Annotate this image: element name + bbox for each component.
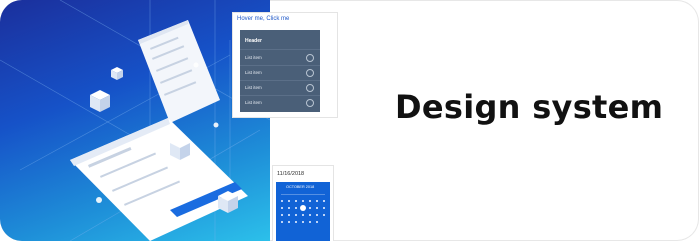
dropdown-preview: Hover me, Click me Header List item List… <box>232 12 338 118</box>
menu-divider <box>240 65 320 66</box>
menu-header: Header <box>245 38 262 44</box>
menu-divider <box>240 49 320 50</box>
menu-item[interactable]: List item <box>245 85 262 90</box>
menu-divider <box>240 80 320 81</box>
dropdown-menu: Header List item List item List item Lis… <box>240 30 320 112</box>
radio-icon[interactable] <box>306 69 314 77</box>
radio-icon[interactable] <box>306 84 314 92</box>
radio-icon[interactable] <box>306 54 314 62</box>
dot-1 <box>96 197 102 203</box>
calendar-days <box>281 194 325 223</box>
date-input-value[interactable]: 11/16/2018 <box>277 171 304 177</box>
banner-title: Design system <box>395 88 664 126</box>
dot-3 <box>193 62 199 68</box>
menu-item[interactable]: List item <box>245 55 262 60</box>
cube-4 <box>111 67 123 80</box>
cube-1 <box>90 90 110 112</box>
hero-illustration <box>0 0 270 241</box>
isometric-illustration <box>0 0 270 241</box>
design-system-card[interactable]: Hover me, Click me Header List item List… <box>0 0 699 241</box>
dot-2 <box>213 122 219 128</box>
radio-icon[interactable] <box>306 99 314 107</box>
calendar-preview: 11/16/2018 OCTOBER 2018 <box>272 165 334 241</box>
menu-divider <box>240 95 320 96</box>
phone-mockup-front <box>70 118 248 241</box>
calendar-grid: OCTOBER 2018 <box>276 182 330 241</box>
menu-item[interactable]: List item <box>245 70 262 75</box>
dropdown-trigger-link[interactable]: Hover me, Click me <box>237 16 289 22</box>
menu-item[interactable]: List item <box>245 100 262 105</box>
